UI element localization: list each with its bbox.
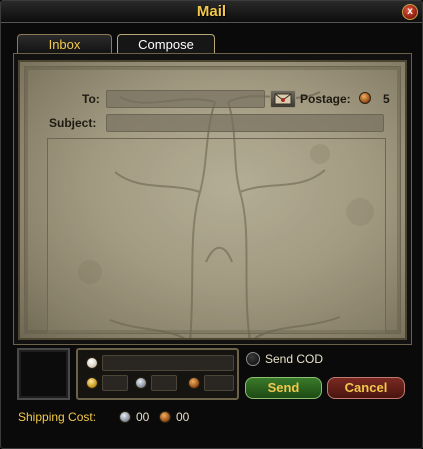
silver-coin-icon: [119, 411, 131, 423]
postage-label: Postage:: [300, 92, 351, 106]
window-title: Mail: [196, 3, 227, 20]
subject-field[interactable]: [106, 114, 384, 132]
to-field[interactable]: [106, 90, 265, 108]
close-icon: x: [407, 6, 413, 17]
silver-amount-field[interactable]: [151, 375, 177, 391]
copper-coin-icon: [359, 92, 371, 104]
close-button[interactable]: x: [402, 4, 418, 20]
send-button[interactable]: Send: [245, 377, 322, 399]
message-body-field[interactable]: [47, 138, 386, 334]
parchment-background: To: Postage: 5 Subject:: [18, 60, 407, 340]
attachment-item-slot[interactable]: [17, 348, 70, 400]
gold-amount-field[interactable]: [102, 375, 128, 391]
to-label: To:: [82, 92, 100, 106]
compose-panel: To: Postage: 5 Subject:: [13, 53, 412, 345]
send-cod-radio[interactable]: [246, 352, 260, 366]
contacts-button[interactable]: [270, 90, 296, 108]
silver-coin-icon: [135, 377, 147, 389]
copper-coin-icon: [188, 377, 200, 389]
platinum-amount-field[interactable]: [102, 355, 234, 371]
copper-coin-icon: [159, 411, 171, 423]
postage-value: 5: [383, 92, 390, 106]
copper-amount-field[interactable]: [204, 375, 234, 391]
subject-label: Subject:: [49, 116, 97, 130]
shipping-cost-label: Shipping Cost:: [18, 410, 97, 424]
tab-compose[interactable]: Compose: [117, 34, 215, 54]
shipping-silver-value: 00: [136, 410, 150, 424]
mail-window: Mail x Inbox Compose To: Postage: 5 Subj…: [0, 0, 423, 449]
money-attachment-box: [76, 348, 239, 400]
gold-coin-icon: [86, 377, 98, 389]
tab-inbox[interactable]: Inbox: [17, 34, 112, 54]
send-cod-label: Send COD: [265, 352, 324, 366]
envelope-icon: [274, 93, 292, 105]
cancel-button[interactable]: Cancel: [327, 377, 405, 399]
title-bar[interactable]: Mail x: [1, 1, 422, 23]
shipping-copper-value: 00: [176, 410, 190, 424]
platinum-coin-icon: [86, 357, 98, 369]
